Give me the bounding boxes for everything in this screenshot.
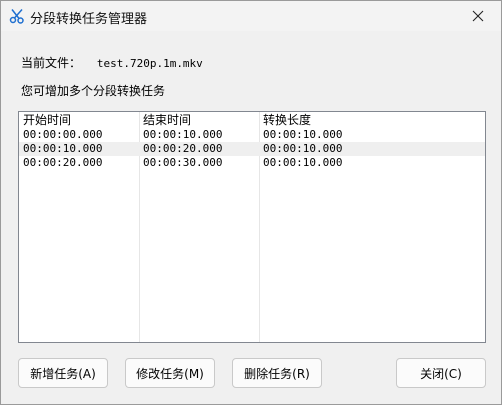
cell-length: 00:00:10.000 [263,142,343,155]
current-file-line: 当前文件： test.720p.1m.mkv [21,54,203,71]
task-manager-dialog: 分段转换任务管理器 当前文件： test.720p.1m.mkv 您可增加多个分… [0,0,502,405]
edit-task-button[interactable]: 修改任务(M) [125,358,215,388]
current-file-label: 当前文件： [21,56,82,70]
window-title: 分段转换任务管理器 [30,12,148,27]
column-header-length[interactable]: 转换长度 [263,113,311,127]
title-bar: 分段转换任务管理器 [1,1,501,31]
table-header: 开始时间 结束时间 转换长度 [19,113,485,127]
cell-start-time: 00:00:00.000 [23,128,103,141]
column-header-start[interactable]: 开始时间 [23,113,71,127]
close-button[interactable]: 关闭(C) [396,358,486,388]
close-icon [472,10,484,22]
cell-start-time: 00:00:20.000 [23,156,103,169]
hint-text: 您可增加多个分段转换任务 [21,84,166,98]
table-row-selected[interactable]: 00:00:10.000 00:00:20.000 00:00:10.000 [19,142,485,156]
column-header-end[interactable]: 结束时间 [143,113,191,127]
task-list[interactable]: 开始时间 结束时间 转换长度 00:00:00.000 00:00:10.000… [18,111,486,343]
cell-end-time: 00:00:20.000 [143,142,223,155]
cell-end-time: 00:00:10.000 [143,128,223,141]
cell-end-time: 00:00:30.000 [143,156,223,169]
cell-length: 00:00:10.000 [263,128,343,141]
add-task-button[interactable]: 新增任务(A) [18,358,108,388]
cell-start-time: 00:00:10.000 [23,142,103,155]
table-row[interactable]: 00:00:00.000 00:00:10.000 00:00:10.000 [19,128,485,142]
scissors-icon [9,9,24,24]
current-file-name: test.720p.1m.mkv [96,57,203,70]
cell-length: 00:00:10.000 [263,156,343,169]
table-row[interactable]: 00:00:20.000 00:00:30.000 00:00:10.000 [19,156,485,170]
delete-task-button[interactable]: 删除任务(R) [232,358,322,388]
window-close-button[interactable] [455,1,501,31]
